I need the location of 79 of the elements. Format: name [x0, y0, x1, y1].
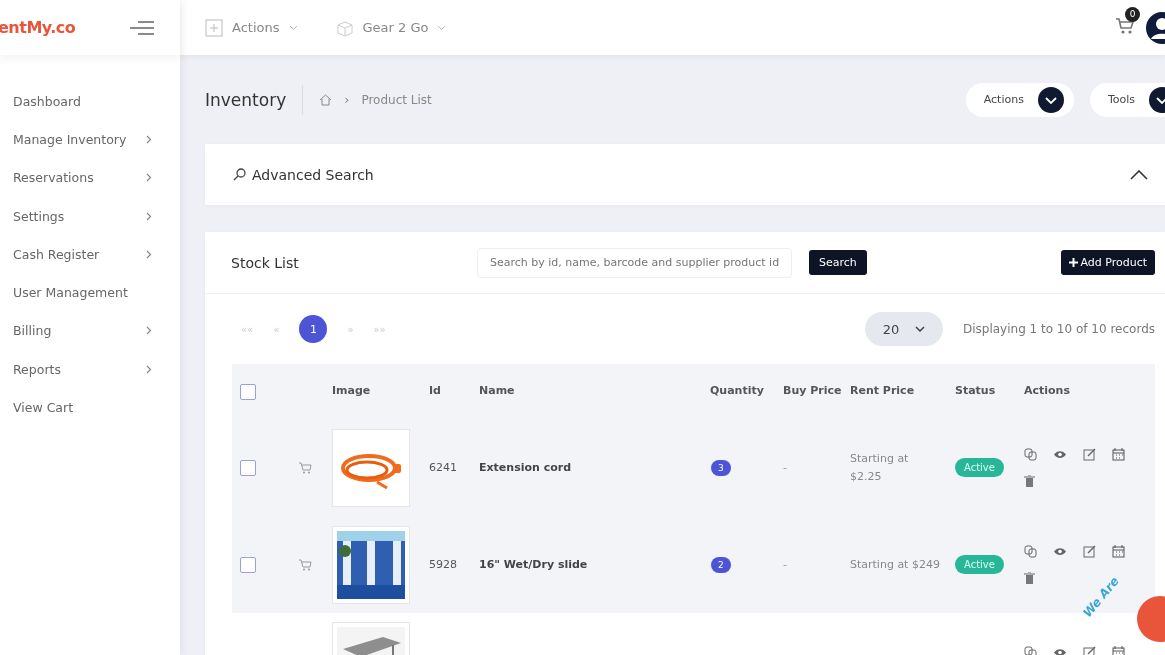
- eye-icon[interactable]: [1053, 648, 1067, 655]
- sidebar-item[interactable]: Cash Register: [0, 235, 180, 274]
- page-number[interactable]: 1: [299, 315, 328, 343]
- row-checkbox[interactable]: [240, 459, 256, 476]
- plus-icon: [1069, 258, 1079, 267]
- chevron-down-icon: [1037, 86, 1064, 113]
- table-cell: -: [783, 558, 787, 571]
- cart-icon[interactable]: [1115, 16, 1135, 35]
- search-icon: [233, 168, 246, 181]
- chevron-icon: [146, 211, 152, 221]
- add-product-button[interactable]: Add Product: [1061, 250, 1155, 275]
- rent-price: Starting at $2.25: [850, 451, 910, 485]
- edit-icon[interactable]: [1083, 448, 1096, 461]
- column-header: Quantity: [710, 383, 764, 400]
- sidebar-item[interactable]: Dashboard: [0, 82, 180, 121]
- menu-dropdown[interactable]: Actions: [205, 18, 298, 37]
- status-badge: Active: [955, 458, 1004, 477]
- menu-icon[interactable]: [130, 19, 154, 36]
- copy-icon[interactable]: [1024, 448, 1037, 461]
- product-name: Extension cord: [479, 461, 572, 474]
- quantity-badge: 3: [711, 459, 731, 476]
- row-checkbox[interactable]: [240, 556, 256, 573]
- eye-icon[interactable]: [1053, 450, 1067, 459]
- edit-icon[interactable]: [1083, 545, 1096, 558]
- chevron-icon: [146, 134, 152, 144]
- status-badge: Active: [955, 555, 1004, 574]
- home-icon[interactable]: [319, 93, 333, 106]
- cart-count-badge: 0: [1125, 6, 1140, 22]
- chevron-icon: [146, 249, 152, 259]
- dropdown-button[interactable]: Actions: [965, 82, 1074, 117]
- sidebar-item[interactable]: Manage Inventory: [0, 120, 180, 159]
- rent-price: Starting at $249: [850, 556, 940, 573]
- sidebar-item[interactable]: User Management: [0, 273, 180, 312]
- quantity-badge: 2: [711, 556, 731, 573]
- search-button[interactable]: Search: [809, 250, 867, 275]
- table-cell: 5928: [429, 558, 457, 571]
- eye-icon[interactable]: [1053, 547, 1067, 556]
- table-cell: 6241: [429, 461, 457, 474]
- add-to-cart-icon[interactable]: [298, 558, 312, 571]
- column-header: Name: [479, 383, 515, 400]
- caret-icon: [288, 24, 298, 31]
- sidebar-item[interactable]: Billing: [0, 311, 180, 351]
- column-header: Buy Price: [783, 383, 842, 400]
- column-header: Status: [955, 383, 996, 400]
- collapse-icon[interactable]: [1130, 169, 1148, 180]
- sidebar-item[interactable]: Reports: [0, 350, 180, 389]
- column-header: Id: [429, 383, 441, 400]
- sidebar-item[interactable]: Reservations: [0, 158, 180, 197]
- column-header: Rent Price: [850, 383, 915, 400]
- box-icon: [335, 18, 354, 37]
- card-title: Stock List: [231, 254, 300, 271]
- sidebar-item[interactable]: View Cart: [0, 388, 180, 427]
- chevron-icon: [146, 326, 152, 336]
- page-title: Inventory: [205, 89, 287, 110]
- copy-icon[interactable]: [1024, 545, 1037, 558]
- product-name: 16" Wet/Dry slide: [479, 558, 588, 571]
- add-to-cart-icon[interactable]: [298, 461, 312, 474]
- breadcrumb-item: Product List: [361, 92, 432, 107]
- menu-dropdown[interactable]: Gear 2 Go: [335, 18, 447, 37]
- calendar-icon[interactable]: [1112, 448, 1125, 461]
- select-all-checkbox[interactable]: [240, 383, 256, 400]
- panel-title: Advanced Search: [252, 166, 374, 183]
- plus-square-icon: [205, 18, 223, 37]
- chevron-icon: [146, 364, 152, 374]
- column-header: Actions: [1024, 383, 1070, 400]
- dropdown-button[interactable]: Tools: [1089, 82, 1165, 117]
- trash-icon[interactable]: [1024, 475, 1035, 487]
- caret-icon: [437, 24, 447, 31]
- trash-icon[interactable]: [1024, 572, 1035, 584]
- records-summary: Displaying 1 to 10 of 10 records: [962, 322, 1155, 336]
- chevron-down-icon: [915, 326, 926, 332]
- breadcrumb-separator: ›: [344, 92, 350, 107]
- column-header: Image: [332, 383, 371, 400]
- page-size-select[interactable]: 20: [864, 312, 943, 346]
- calendar-icon[interactable]: [1112, 545, 1125, 558]
- sidebar-item[interactable]: Settings: [0, 196, 180, 236]
- chevron-icon: [146, 173, 152, 183]
- search-field[interactable]: Search by id, name, barcode and supplier product id: [477, 247, 792, 278]
- table-cell: -: [783, 461, 787, 474]
